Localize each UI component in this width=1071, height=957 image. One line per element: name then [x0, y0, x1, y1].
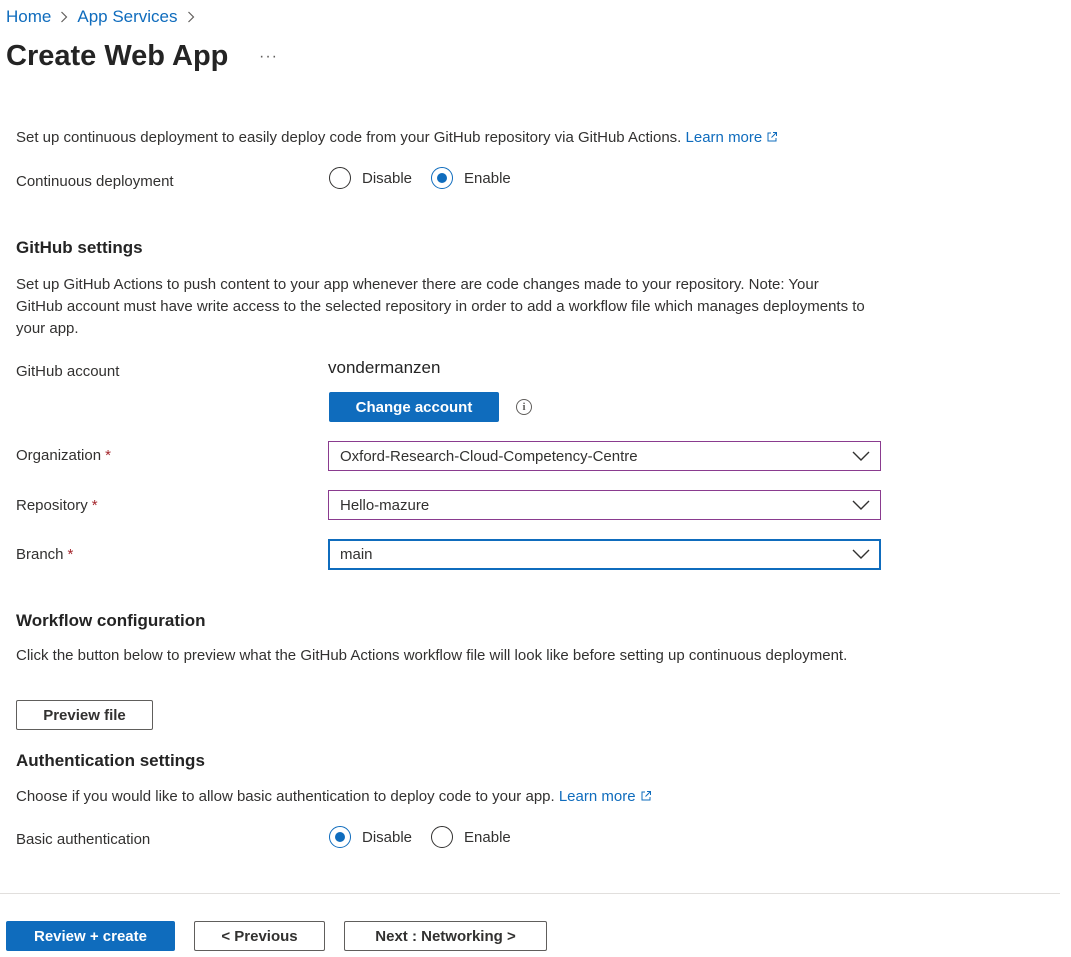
deployment-learn-more-link[interactable]: Learn more	[686, 129, 779, 146]
branch-dropdown[interactable]: main	[328, 539, 881, 570]
next-networking-button[interactable]: Next : Networking >	[344, 921, 547, 951]
organization-label: Organization *	[16, 447, 111, 464]
required-marker: *	[105, 447, 111, 464]
authentication-learn-more-link[interactable]: Learn more	[559, 788, 652, 805]
branch-dropdown-value: main	[340, 546, 373, 563]
required-marker: *	[91, 497, 98, 514]
basic-authentication-label: Basic authentication	[16, 831, 151, 848]
workflow-configuration-heading: Workflow configuration	[16, 611, 206, 630]
basic-authentication-enable-radio[interactable]: Enable	[431, 826, 511, 848]
continuous-deployment-label: Continuous deployment	[16, 173, 174, 190]
authentication-settings-heading: Authentication settings	[16, 751, 205, 770]
preview-file-button[interactable]: Preview file	[16, 700, 153, 730]
chevron-right-icon	[60, 11, 68, 23]
continuous-deployment-enable-radio[interactable]: Enable	[431, 167, 511, 189]
chevron-down-icon	[852, 451, 870, 461]
repository-dropdown[interactable]: Hello-mazure	[328, 490, 881, 520]
organization-dropdown-value: Oxford-Research-Cloud-Competency-Centre	[340, 447, 638, 465]
review-create-button[interactable]: Review + create	[6, 921, 175, 951]
radio-unchecked-icon	[431, 826, 454, 848]
breadcrumb-app-services-link[interactable]: App Services	[77, 7, 177, 27]
authentication-description-text: Choose if you would like to allow basic …	[16, 788, 555, 805]
github-account-value: vondermanzen	[328, 358, 441, 377]
repository-dropdown-value: Hello-mazure	[340, 496, 430, 514]
github-settings-description: Set up GitHub Actions to push content to…	[16, 276, 865, 337]
footer-divider	[0, 893, 1060, 894]
basic-authentication-radio-group: Disable Enable	[329, 826, 511, 848]
more-options-button[interactable]: ···	[259, 48, 278, 66]
focus-indicator	[328, 568, 845, 570]
radio-label-enable: Enable	[464, 828, 511, 846]
page-title: Create Web App	[6, 40, 229, 72]
external-link-icon	[767, 132, 778, 142]
chevron-down-icon	[852, 500, 870, 510]
chevron-right-icon	[187, 11, 195, 23]
continuous-deployment-radio-group: Disable Enable	[329, 167, 511, 189]
radio-checked-icon	[329, 826, 351, 848]
radio-checked-icon	[431, 167, 454, 189]
breadcrumb: Home App Services	[6, 7, 204, 27]
breadcrumb-home-link[interactable]: Home	[6, 7, 51, 27]
radio-label-disable: Disable	[362, 828, 413, 846]
radio-label-disable: Disable	[362, 169, 413, 187]
info-icon[interactable]: i	[516, 399, 532, 415]
branch-label: Branch *	[16, 546, 74, 563]
organization-dropdown[interactable]: Oxford-Research-Cloud-Competency-Centre	[328, 441, 881, 471]
radio-unchecked-icon	[329, 167, 351, 189]
previous-button[interactable]: < Previous	[194, 921, 325, 951]
external-link-icon	[641, 791, 651, 801]
deployment-intro-text: Set up continuous deployment to easily d…	[16, 129, 682, 146]
required-marker: *	[67, 546, 74, 563]
github-settings-heading: GitHub settings	[16, 238, 143, 257]
github-account-label: GitHub account	[16, 363, 120, 380]
workflow-description: Click the button below to preview what t…	[16, 647, 848, 664]
chevron-down-icon	[852, 549, 870, 559]
create-web-app-page: Home App Services Create Web App ··· Set…	[0, 0, 1071, 957]
change-account-button[interactable]: Change account	[329, 392, 499, 422]
deployment-intro: Set up continuous deployment to easily d…	[16, 128, 778, 148]
repository-label: Repository *	[16, 497, 98, 514]
authentication-description: Choose if you would like to allow basic …	[16, 786, 652, 808]
continuous-deployment-disable-radio[interactable]: Disable	[329, 167, 412, 189]
radio-label-enable: Enable	[464, 169, 511, 187]
basic-authentication-disable-radio[interactable]: Disable	[329, 826, 412, 848]
